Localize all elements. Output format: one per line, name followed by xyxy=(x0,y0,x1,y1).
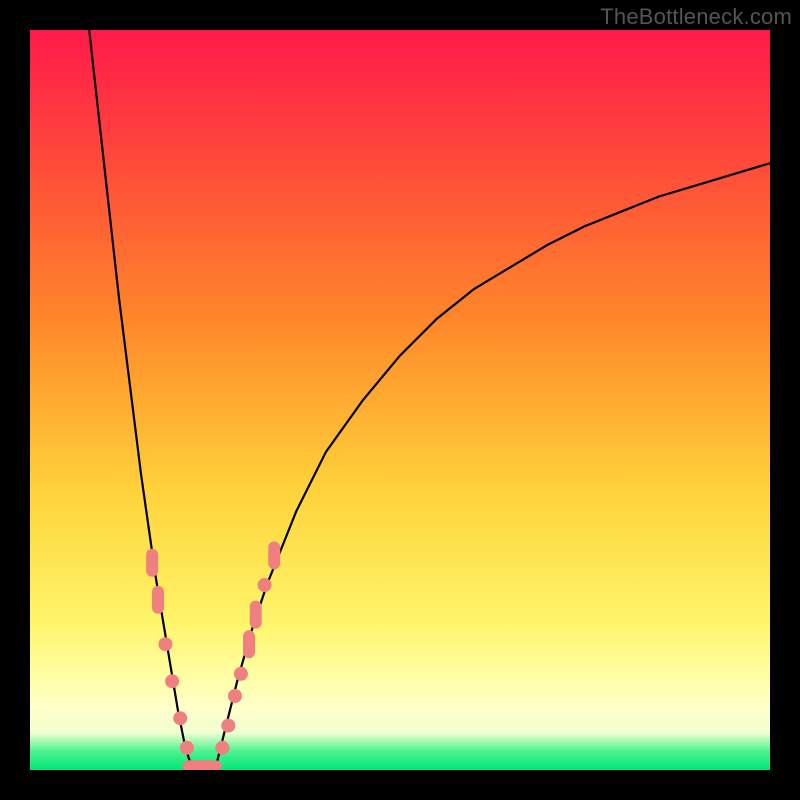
data-point xyxy=(215,741,229,755)
data-point xyxy=(250,601,262,629)
data-point xyxy=(173,711,187,725)
data-point xyxy=(152,586,164,614)
data-point xyxy=(258,578,272,592)
data-points-layer xyxy=(146,541,280,770)
chart-frame: TheBottleneck.com xyxy=(0,0,800,800)
data-point xyxy=(180,741,194,755)
bottleneck-curve-right-branch xyxy=(215,163,770,770)
plot-area xyxy=(30,30,770,770)
watermark-text: TheBottleneck.com xyxy=(600,4,792,30)
data-point xyxy=(268,541,280,569)
data-point xyxy=(228,689,242,703)
bottleneck-curve-left-branch xyxy=(89,30,193,770)
data-point xyxy=(194,760,222,770)
data-point xyxy=(165,674,179,688)
data-point xyxy=(243,630,255,658)
data-point xyxy=(221,719,235,733)
data-point xyxy=(158,637,172,651)
data-point xyxy=(146,549,158,577)
data-point xyxy=(234,667,248,681)
curves-layer xyxy=(30,30,770,770)
